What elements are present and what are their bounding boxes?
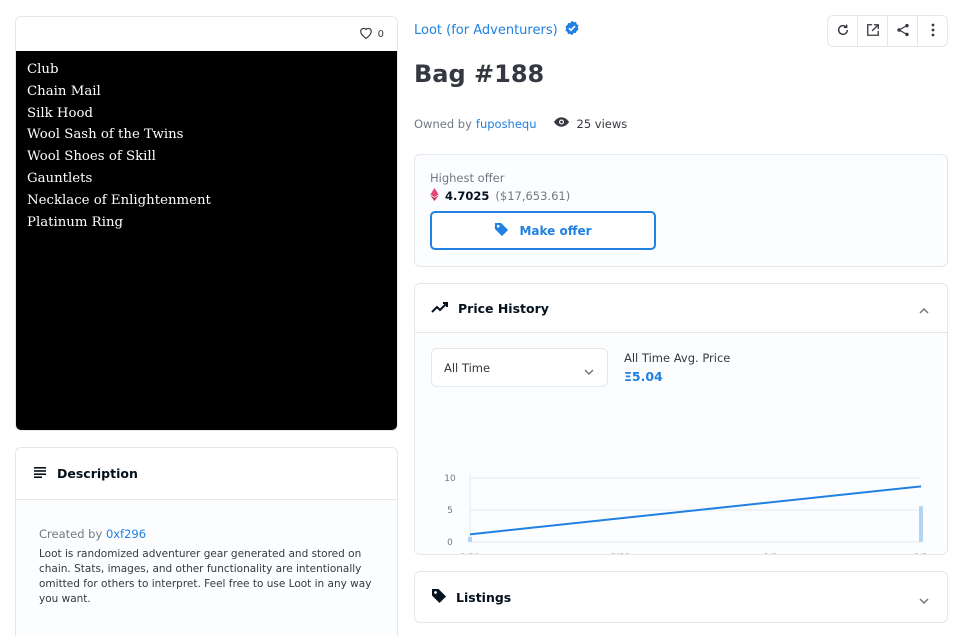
listings-panel: Listings [414,571,948,623]
x-tick-label: 9/1 [763,553,777,555]
make-offer-button[interactable]: Make offer [430,211,656,250]
price-history-title: Price History [458,300,549,316]
item-title: Bag #188 [414,60,545,88]
views: 25 views [553,116,628,131]
item-image-card: 0 Club Chain Mail Silk Hood Wool Sash of… [15,16,398,431]
attribute-line: Wool Shoes of Skill [27,149,156,165]
chevron-down-icon[interactable] [919,592,929,607]
eye-icon [553,116,570,131]
attribute-line: Wool Sash of the Twins [27,127,184,143]
description-icon [33,466,47,481]
description-body: Created by 0xf296 Loot is randomized adv… [16,500,397,636]
attribute-line: Gauntlets [27,170,93,186]
views-count: 25 views [576,116,628,131]
y-tick-label: 10 [444,474,456,484]
volume-bar [468,536,472,542]
attribute-line: Silk Hood [27,105,94,121]
highest-offer-price: 4.7025 ($17,653.61) [430,188,570,204]
attribute-line: Platinum Ring [27,214,124,230]
listings-header[interactable]: Listings [415,572,947,622]
description-header[interactable]: Description [16,448,397,500]
refresh-button[interactable] [828,16,858,46]
y-tick-label: 5 [447,506,453,516]
description-panel: Description Created by 0xf296 Loot is ra… [15,447,398,636]
creator-link[interactable]: 0xf296 [106,527,146,541]
owned-by-label: Owned by [414,116,472,131]
owner-link[interactable]: fuposhequ [476,117,537,131]
share-button[interactable] [888,16,918,46]
price-history-chart: 0 5 10 8/30 8/31 9/1 9/2 [444,474,928,555]
collection-name[interactable]: Loot (for Adventurers) [414,23,558,38]
y-tick-label: 0 [447,538,453,548]
offer-usd-value: ($17,653.61) [495,189,571,203]
x-tick-label: 8/31 [610,553,630,555]
tag-icon [494,222,509,240]
verified-badge-icon [564,20,580,40]
favorite-count: 0 [377,28,384,40]
trending-icon [431,301,449,316]
offer-panel: Highest offer 4.7025 ($17,653.61) Make o… [414,154,948,267]
description-text: Loot is randomized adventurer gear gener… [39,548,372,605]
favorite-bar: 0 [16,17,397,51]
share-icon [896,22,910,41]
price-history-panel: Price History All Time All Time Avg. Pri… [414,283,948,555]
volume-bar [919,506,923,542]
highest-offer-label: Highest offer [430,171,505,185]
listings-title: Listings [456,589,512,605]
heart-icon[interactable] [359,26,373,42]
weth-icon [430,188,439,204]
x-tick-label: 8/30 [460,553,480,555]
collection-link[interactable]: Loot (for Adventurers) [414,20,580,40]
open-external-button[interactable] [858,16,888,46]
item-artwork: Club Chain Mail Silk Hood Wool Sash of t… [16,51,397,430]
tag-icon [431,588,447,607]
more-icon [931,22,935,41]
external-link-icon [866,22,880,41]
offer-eth-value: 4.7025 [445,189,490,203]
created-by: Created by 0xf296 [39,527,374,542]
refresh-icon [836,22,850,41]
attribute-line: Chain Mail [27,83,101,99]
chevron-up-icon[interactable] [919,302,929,317]
attribute-line: Necklace of Enlightenment [27,192,211,208]
price-history-body: All Time All Time Avg. Price Ξ5.04 05108… [415,333,947,555]
created-by-label: Created by [39,527,103,541]
attribute-line: Club [27,62,59,77]
owner-row: Owned by fuposhequ 25 views [414,116,627,131]
more-options-button[interactable] [918,16,947,46]
make-offer-label: Make offer [519,223,592,238]
description-title: Description [57,466,138,481]
price-history-header[interactable]: Price History [415,284,947,333]
item-toolbar [827,15,948,47]
x-tick-label: 9/2 [914,553,928,555]
